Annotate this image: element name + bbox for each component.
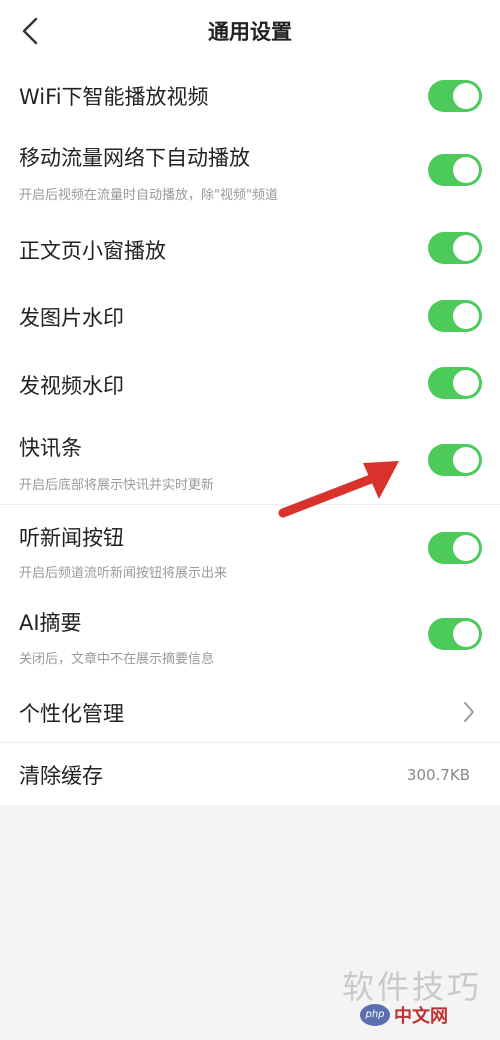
toggle-switch[interactable] bbox=[428, 154, 482, 186]
toggle-knob bbox=[453, 535, 479, 561]
toggle-knob bbox=[453, 83, 479, 109]
toggle-switch[interactable] bbox=[428, 367, 482, 399]
setting-row-listen-news: 听新闻按钮 开启后频道流听新闻按钮将展示出来 bbox=[0, 510, 500, 592]
toggle-knob bbox=[453, 621, 479, 647]
setting-label: AI摘要 bbox=[19, 611, 82, 635]
toggle-switch[interactable] bbox=[428, 232, 482, 264]
setting-label: 个性化管理 bbox=[19, 702, 124, 726]
page-title: 通用设置 bbox=[208, 20, 292, 44]
setting-description: 关闭后，文章中不在展示摘要信息 bbox=[19, 652, 215, 667]
toggle-switch[interactable] bbox=[428, 444, 482, 476]
toggle-knob bbox=[453, 157, 479, 183]
site-watermark: 软件技巧 php 中文网 bbox=[338, 962, 488, 1032]
php-logo-badge: php bbox=[360, 1004, 390, 1026]
setting-description: 开启后视频在流量时自动播放，除"视频"频道 bbox=[19, 188, 278, 203]
clear-cache-row[interactable]: 清除缓存 300.7KB bbox=[0, 746, 500, 804]
setting-description: 开启后底部将展示快讯并实时更新 bbox=[19, 478, 215, 493]
setting-row-news-flash: 快讯条 开启后底部将展示快讯并实时更新 bbox=[0, 420, 500, 504]
toggle-knob bbox=[453, 303, 479, 329]
setting-row-mobile-autoplay: 移动流量网络下自动播放 开启后视频在流量时自动播放，除"视频"频道 bbox=[0, 132, 500, 210]
toggle-knob bbox=[453, 447, 479, 473]
cache-size-value: 300.7KB bbox=[406, 766, 470, 784]
toggle-switch[interactable] bbox=[428, 618, 482, 650]
toggle-knob bbox=[453, 235, 479, 261]
toggle-switch[interactable] bbox=[428, 80, 482, 112]
setting-label: 清除缓存 bbox=[19, 764, 103, 788]
setting-row-ai-summary: AI摘要 关闭后，文章中不在展示摘要信息 bbox=[0, 596, 500, 676]
setting-label: WiFi下智能播放视频 bbox=[19, 85, 209, 109]
setting-label: 发视频水印 bbox=[19, 374, 124, 398]
personalize-management-row[interactable]: 个性化管理 bbox=[0, 684, 500, 740]
setting-label: 移动流量网络下自动播放 bbox=[19, 146, 250, 170]
toggle-switch[interactable] bbox=[428, 532, 482, 564]
settings-panel: 通用设置 WiFi下智能播放视频 移动流量网络下自动播放 开启后视频在流量时自动… bbox=[0, 0, 500, 805]
setting-label: 发图片水印 bbox=[19, 306, 124, 330]
divider bbox=[0, 504, 500, 505]
setting-row-wifi-autoplay: WiFi下智能播放视频 bbox=[0, 70, 500, 122]
setting-row-video-watermark: 发视频水印 bbox=[0, 354, 500, 412]
watermark-site-name: 中文网 bbox=[394, 1006, 448, 1027]
setting-label: 听新闻按钮 bbox=[19, 526, 124, 550]
setting-row-mini-window: 正文页小窗播放 bbox=[0, 222, 500, 274]
divider bbox=[0, 742, 500, 743]
setting-label: 快讯条 bbox=[19, 436, 82, 460]
toggle-switch[interactable] bbox=[428, 300, 482, 332]
chevron-right-icon bbox=[464, 702, 474, 722]
red-pointer-arrow-icon bbox=[278, 461, 399, 518]
setting-row-image-watermark: 发图片水印 bbox=[0, 288, 500, 344]
toggle-knob bbox=[453, 370, 479, 396]
setting-label: 正文页小窗播放 bbox=[19, 239, 166, 263]
setting-description: 开启后频道流听新闻按钮将展示出来 bbox=[19, 566, 228, 581]
header-bar: 通用设置 bbox=[0, 0, 500, 64]
